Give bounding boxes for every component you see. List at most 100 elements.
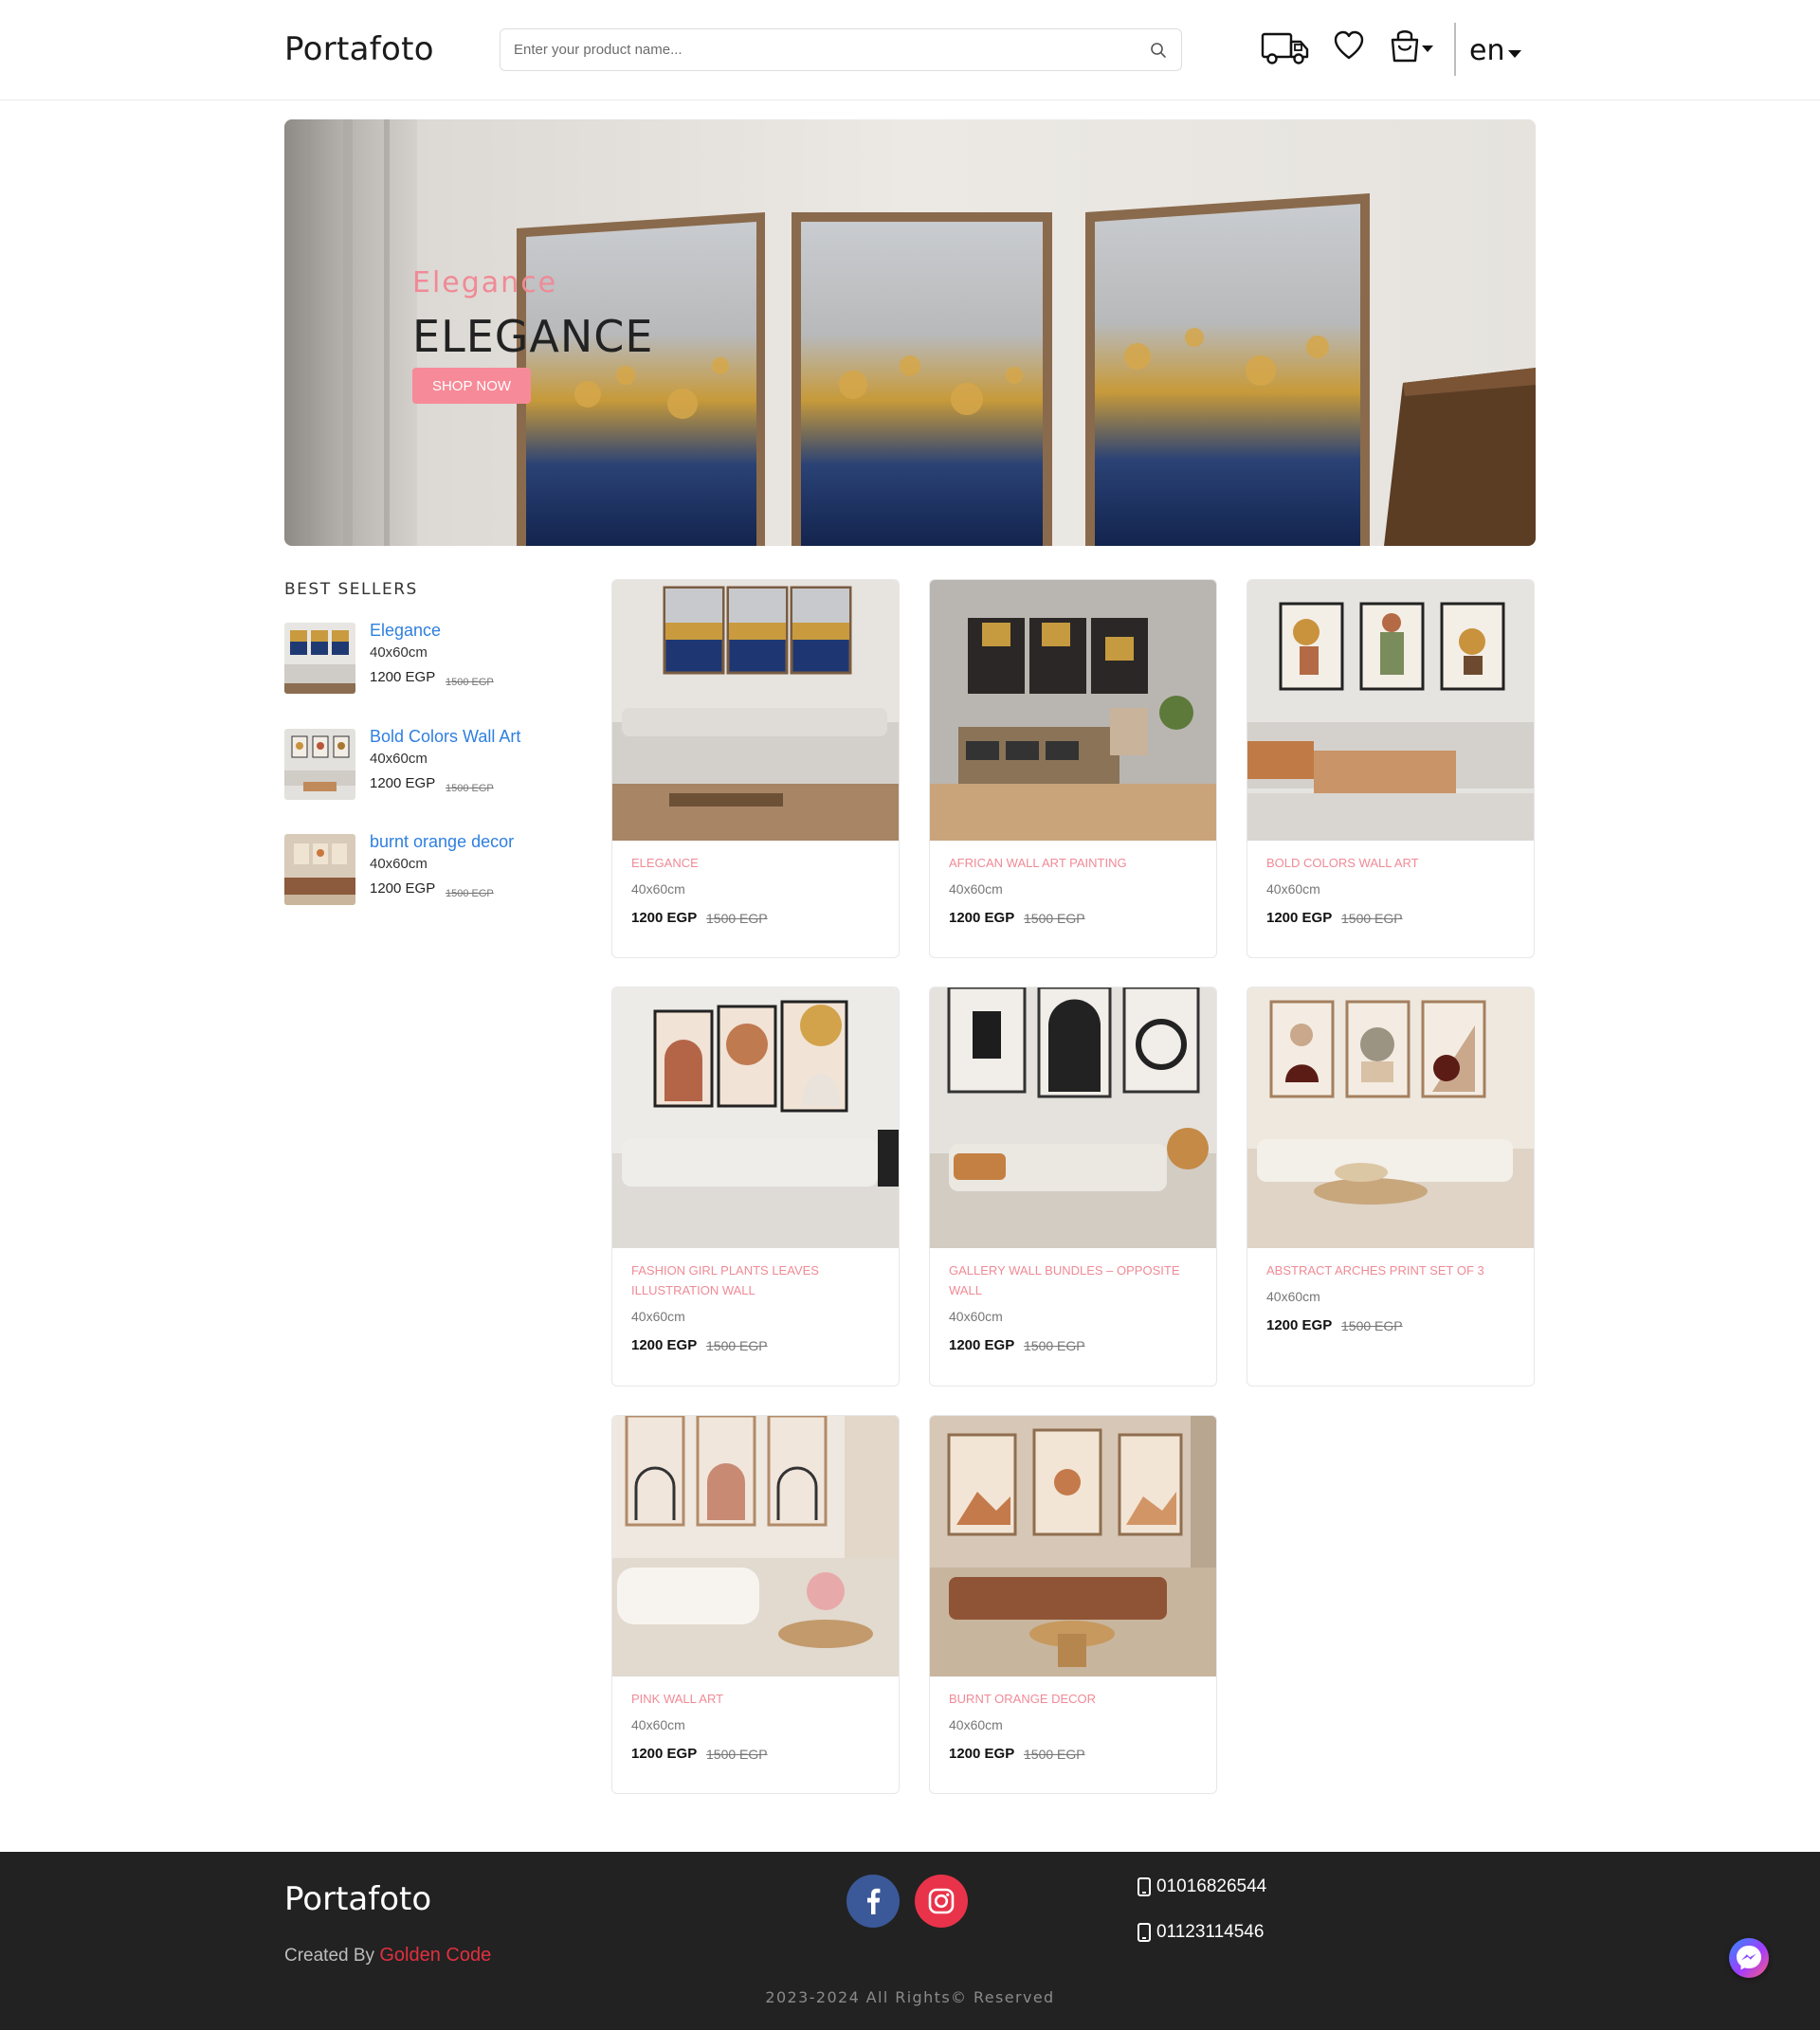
phone-number: 01016826544: [1156, 1876, 1267, 1896]
product-image: [930, 1416, 1216, 1677]
best-seller-price: 1200 EGP: [370, 880, 436, 897]
product-price: 1200 EGP: [1266, 1317, 1333, 1333]
best-seller-size: 40x60cm: [370, 856, 428, 872]
product-size: 40x60cm: [949, 1717, 1003, 1732]
hero-subtitle: Elegance: [412, 266, 558, 299]
best-seller-name[interactable]: burnt orange decor: [370, 832, 514, 852]
best-seller-size: 40x60cm: [370, 751, 428, 767]
product-image: [612, 1416, 899, 1677]
search-bar: [500, 28, 1182, 71]
product-size: 40x60cm: [949, 1309, 1003, 1324]
product-card[interactable]: ELEGANCE 40x60cm 1200 EGP 1500 EGP: [611, 579, 900, 958]
product-price: 1200 EGP: [949, 910, 1015, 926]
product-size: 40x60cm: [1266, 1289, 1320, 1304]
best-seller-name[interactable]: Elegance: [370, 621, 441, 641]
product-name[interactable]: BOLD COLORS WALL ART: [1266, 853, 1522, 873]
footer-logo[interactable]: Portafoto: [284, 1880, 431, 1918]
product-card[interactable]: ABSTRACT ARCHES PRINT SET OF 3 40x60cm 1…: [1247, 987, 1535, 1387]
product-price: 1200 EGP: [1266, 910, 1333, 926]
product-card[interactable]: PINK WALL ART 40x60cm 1200 EGP 1500 EGP: [611, 1415, 900, 1794]
copyright-text: 2023-2024 All Rights© Reserved: [765, 1988, 1055, 2006]
language-label: en: [1469, 34, 1505, 67]
chevron-down-icon: [1508, 49, 1522, 58]
header-divider: [1454, 23, 1456, 76]
product-old-price: 1500 EGP: [1341, 1318, 1403, 1333]
product-old-price: 1500 EGP: [1024, 1747, 1085, 1762]
product-card[interactable]: GALLERY WALL BUNDLES – OPPOSITE WALL 40x…: [929, 987, 1217, 1387]
best-seller-price: 1200 EGP: [370, 669, 436, 685]
facebook-icon: [867, 1888, 881, 1914]
product-name[interactable]: ABSTRACT ARCHES PRINT SET OF 3: [1266, 1260, 1522, 1280]
product-size: 40x60cm: [631, 881, 685, 897]
product-old-price: 1500 EGP: [1341, 911, 1403, 926]
best-seller-name[interactable]: Bold Colors Wall Art: [370, 727, 520, 747]
product-size: 40x60cm: [1266, 881, 1320, 897]
product-thumbnail: [284, 623, 355, 694]
best-seller-item[interactable]: Elegance 40x60cm 1200 EGP 1500 EGP: [284, 621, 569, 698]
product-image: [930, 988, 1216, 1248]
product-card[interactable]: BURNT ORANGE DECOR 40x60cm 1200 EGP 1500…: [929, 1415, 1217, 1794]
product-old-price: 1500 EGP: [706, 911, 768, 926]
product-thumbnail: [284, 729, 355, 800]
best-seller-old-price: 1500 EGP: [446, 783, 494, 794]
product-name[interactable]: BURNT ORANGE DECOR: [949, 1689, 1205, 1709]
phone-contact[interactable]: 01123114546: [1138, 1922, 1264, 1943]
product-name[interactable]: GALLERY WALL BUNDLES – OPPOSITE WALL: [949, 1260, 1205, 1300]
best-seller-price: 1200 EGP: [370, 775, 436, 791]
product-price: 1200 EGP: [631, 1337, 698, 1353]
product-card[interactable]: BOLD COLORS WALL ART 40x60cm 1200 EGP 15…: [1247, 579, 1535, 958]
product-old-price: 1500 EGP: [1024, 1338, 1085, 1353]
site-footer: Portafoto Created By Golden Code 0101682…: [0, 1852, 1820, 2030]
search-input[interactable]: [514, 29, 1120, 70]
product-old-price: 1500 EGP: [1024, 911, 1085, 926]
instagram-button[interactable]: [915, 1875, 968, 1928]
product-image: [1247, 988, 1534, 1248]
messenger-icon: [1737, 1946, 1761, 1970]
hero-title: ELEGANCE: [412, 311, 654, 362]
hero-banner[interactable]: Elegance ELEGANCE SHOP NOW: [284, 119, 1536, 546]
product-name[interactable]: AFRICAN WALL ART PAINTING: [949, 853, 1205, 873]
best-seller-size: 40x60cm: [370, 644, 428, 661]
product-price: 1200 EGP: [949, 1746, 1015, 1762]
best-seller-old-price: 1500 EGP: [446, 888, 494, 899]
phone-icon: [1138, 1877, 1151, 1896]
messenger-chat-button[interactable]: [1729, 1938, 1769, 1978]
product-size: 40x60cm: [631, 1309, 685, 1324]
product-card[interactable]: AFRICAN WALL ART PAINTING 40x60cm 1200 E…: [929, 579, 1217, 958]
best-seller-item[interactable]: Bold Colors Wall Art 40x60cm 1200 EGP 15…: [284, 727, 569, 805]
search-icon[interactable]: [1149, 41, 1168, 60]
product-price: 1200 EGP: [631, 1746, 698, 1762]
product-price: 1200 EGP: [631, 910, 698, 926]
product-old-price: 1500 EGP: [706, 1747, 768, 1762]
phone-number: 01123114546: [1156, 1922, 1265, 1942]
truck-icon[interactable]: [1261, 27, 1310, 70]
product-size: 40x60cm: [631, 1717, 685, 1732]
facebook-button[interactable]: [846, 1875, 900, 1928]
product-image: [930, 580, 1216, 841]
created-by-label: Created By: [284, 1946, 375, 1966]
instagram-icon: [928, 1888, 955, 1914]
product-name[interactable]: ELEGANCE: [631, 853, 887, 873]
product-card[interactable]: FASHION GIRL PLANTS LEAVES ILLUSTRATION …: [611, 987, 900, 1387]
product-thumbnail: [284, 834, 355, 905]
creator-link[interactable]: Golden Code: [379, 1945, 491, 1966]
product-image: [612, 580, 899, 841]
product-image: [1247, 580, 1534, 841]
product-size: 40x60cm: [949, 881, 1003, 897]
best-seller-old-price: 1500 EGP: [446, 677, 494, 688]
heart-icon[interactable]: [1333, 27, 1365, 70]
product-name[interactable]: PINK WALL ART: [631, 1689, 887, 1709]
product-image: [612, 988, 899, 1248]
phone-contact[interactable]: 01016826544: [1138, 1876, 1266, 1897]
footer-credit: Created By Golden Code: [284, 1945, 491, 1967]
language-selector[interactable]: en: [1469, 34, 1522, 67]
site-logo[interactable]: Portafoto: [284, 30, 434, 68]
shop-now-button[interactable]: SHOP NOW: [412, 368, 531, 404]
phone-icon: [1138, 1923, 1151, 1942]
best-seller-item[interactable]: burnt orange decor 40x60cm 1200 EGP 1500…: [284, 832, 569, 910]
product-old-price: 1500 EGP: [706, 1338, 768, 1353]
shopping-bag-icon[interactable]: [1389, 27, 1438, 70]
best-sellers-title: BEST SELLERS: [284, 580, 418, 599]
product-name[interactable]: FASHION GIRL PLANTS LEAVES ILLUSTRATION …: [631, 1260, 887, 1300]
product-price: 1200 EGP: [949, 1337, 1015, 1353]
